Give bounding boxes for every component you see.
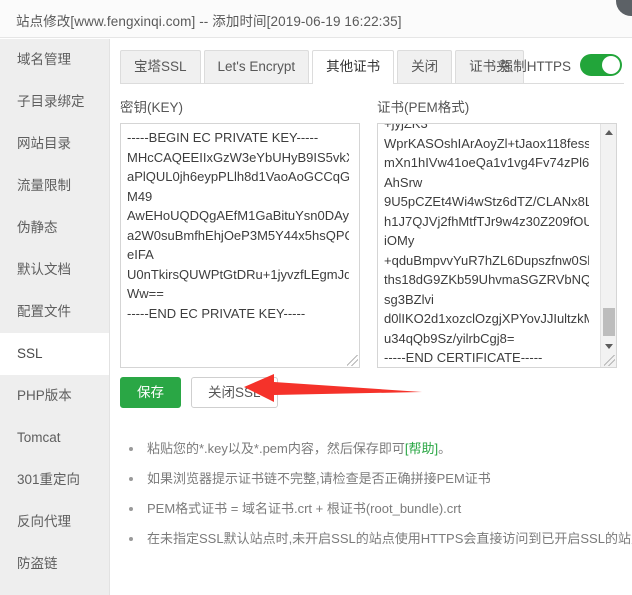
save-button[interactable]: 保存	[120, 377, 181, 408]
note-item: 在未指定SSL默认站点时,未开启SSL的站点使用HTTPS会直接访问到已开启SS…	[123, 524, 632, 554]
settings-sidebar: 域名管理 子目录绑定 网站目录 流量限制 伪静态 默认文档 配置文件 SSL P…	[0, 39, 110, 595]
private-key-textarea[interactable]: -----BEGIN EC PRIVATE KEY----- MHcCAQEEI…	[120, 123, 360, 368]
dialog-title: 站点修改[www.fengxinqi.com] -- 添加时间[2019-06-…	[16, 14, 402, 29]
private-key-value: -----BEGIN EC PRIVATE KEY----- MHcCAQEEI…	[127, 130, 349, 321]
ssl-panel: 宝塔SSL Let's Encrypt 其他证书 关闭 证书夹 强制HTTPS …	[111, 39, 632, 595]
certificate-field: 证书(PEM格式) +jyjZK3 WprKASOshIArAoyZl+tJao…	[377, 96, 617, 368]
dialog-titlebar: 站点修改[www.fengxinqi.com] -- 添加时间[2019-06-…	[0, 0, 632, 38]
note-suffix: 。	[438, 441, 452, 456]
tab-list: 宝塔SSL Let's Encrypt 其他证书 关闭 证书夹	[120, 50, 527, 85]
certificate-value: +jyjZK3 WprKASOshIArAoyZl+tJaox118fess m…	[384, 123, 589, 365]
tab-close[interactable]: 关闭	[397, 50, 453, 84]
sidebar-item-domain[interactable]: 域名管理	[0, 39, 109, 81]
sidebar-item-anti-leech[interactable]: 防盗链	[0, 543, 109, 585]
note-text: 如果浏览器提示证书链不完整,请检查是否正确拼接PEM证书	[147, 471, 491, 486]
note-text: PEM格式证书 = 域名证书.crt + 根证书(root_bundle).cr…	[147, 501, 462, 516]
force-https-control: 强制HTTPS	[500, 54, 622, 76]
close-circle-icon[interactable]	[616, 0, 632, 16]
help-link[interactable]: [帮助]	[405, 441, 438, 456]
sidebar-item-ssl[interactable]: SSL	[0, 333, 109, 375]
scrollbar-thumb[interactable]	[603, 308, 615, 336]
sidebar-item-site-directory[interactable]: 网站目录	[0, 123, 109, 165]
note-item: PEM格式证书 = 域名证书.crt + 根证书(root_bundle).cr…	[123, 494, 623, 524]
sidebar-item-tomcat[interactable]: Tomcat	[0, 417, 109, 459]
sidebar-item-config-file[interactable]: 配置文件	[0, 291, 109, 333]
resize-grip-icon[interactable]	[347, 355, 358, 366]
sidebar-item-rewrite[interactable]: 伪静态	[0, 207, 109, 249]
sidebar-item-301-redirect[interactable]: 301重定向	[0, 459, 109, 501]
private-key-field: 密钥(KEY) -----BEGIN EC PRIVATE KEY----- M…	[120, 96, 360, 368]
ssl-tabbar: 宝塔SSL Let's Encrypt 其他证书 关闭 证书夹 强制HTTPS	[120, 50, 624, 87]
note-item: 粘贴您的*.key以及*.pem内容，然后保存即可[帮助]。	[123, 434, 623, 464]
certificate-scrollbar[interactable]	[600, 124, 616, 367]
note-item: 如果浏览器提示证书链不完整,请检查是否正确拼接PEM证书	[123, 464, 623, 494]
sidebar-item-reverse-proxy[interactable]: 反向代理	[0, 501, 109, 543]
scroll-down-arrow-icon[interactable]	[601, 338, 616, 354]
action-buttons: 保存 关闭SSL	[120, 377, 278, 408]
resize-grip-icon[interactable]	[604, 355, 615, 366]
sidebar-item-php-version[interactable]: PHP版本	[0, 375, 109, 417]
force-https-label: 强制HTTPS	[499, 59, 571, 74]
ssl-help-notes: 粘贴您的*.key以及*.pem内容，然后保存即可[帮助]。 如果浏览器提示证书…	[123, 434, 632, 554]
certificate-label: 证书(PEM格式)	[377, 100, 470, 115]
sidebar-item-traffic-limit[interactable]: 流量限制	[0, 165, 109, 207]
close-ssl-button[interactable]: 关闭SSL	[191, 377, 278, 408]
force-https-toggle[interactable]	[580, 54, 622, 76]
sidebar-item-default-document[interactable]: 默认文档	[0, 249, 109, 291]
tab-other-certificate[interactable]: 其他证书	[312, 50, 395, 85]
sidebar-item-response-log[interactable]: 响应日志	[0, 585, 109, 595]
scroll-up-arrow-icon[interactable]	[601, 124, 616, 140]
site-edit-dialog: 站点修改[www.fengxinqi.com] -- 添加时间[2019-06-…	[0, 0, 632, 595]
sidebar-item-subdir-binding[interactable]: 子目录绑定	[0, 81, 109, 123]
private-key-label: 密钥(KEY)	[120, 100, 184, 115]
toggle-knob	[602, 56, 620, 74]
tab-bt-ssl[interactable]: 宝塔SSL	[120, 50, 201, 84]
tab-lets-encrypt[interactable]: Let's Encrypt	[203, 50, 310, 84]
certificate-textarea[interactable]: +jyjZK3 WprKASOshIArAoyZl+tJaox118fess m…	[377, 123, 617, 368]
note-text: 在未指定SSL默认站点时,未开启SSL的站点使用HTTPS会直接访问到已开启SS…	[147, 531, 632, 546]
note-text: 粘贴您的*.key以及*.pem内容，然后保存即可	[147, 441, 405, 456]
